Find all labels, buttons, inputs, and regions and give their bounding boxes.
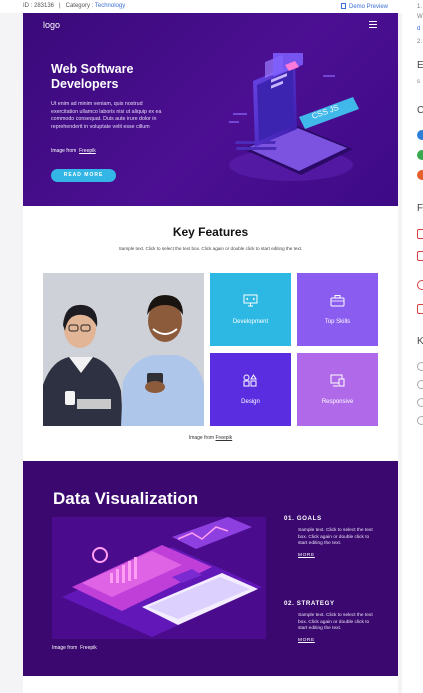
share-icon[interactable] (417, 170, 423, 180)
image-credit: Image from Freepik (51, 148, 96, 154)
hero-section: logo Web Software Developers Ut enim ad … (23, 13, 398, 206)
sidebar-heading: F (417, 203, 423, 214)
category-link[interactable]: Technology (95, 3, 125, 9)
item-text: Sample text. Click to select the text bo… (298, 528, 373, 546)
sidebar-text: 1. (417, 4, 423, 10)
goals-item: 01. GOALS Sample text. Click to select t… (284, 515, 374, 558)
item-heading: 02. STRATEGY (284, 600, 335, 607)
credit-prefix: Image from (188, 435, 215, 441)
more-link[interactable]: MORE (298, 638, 374, 643)
team-photo (43, 273, 204, 426)
strategy-item: 02. STRATEGY Sample text. Click to selec… (284, 600, 374, 643)
freepik-link[interactable]: Freepik (79, 148, 96, 154)
sidebar-text: W (417, 14, 423, 20)
feature-tile-top-skills[interactable]: Top Skills (297, 273, 378, 346)
radio-button[interactable] (417, 398, 423, 407)
credit-prefix: Image from (52, 645, 78, 651)
more-link[interactable]: MORE (298, 553, 374, 558)
item-text: Sample text. Click to select the text bo… (298, 613, 373, 631)
hero-body-text: Ut enim ad minim veniam, quis nostrud ex… (51, 101, 162, 130)
circle-icon[interactable] (417, 280, 423, 290)
tile-label: Responsive (321, 399, 354, 405)
freepik-link[interactable]: Freepik (80, 645, 97, 651)
share-icon[interactable] (417, 150, 423, 160)
template-info-bar: ID : 283136 | Category : Technology Demo… (0, 0, 423, 13)
sidebar-text: 2. (417, 39, 423, 45)
logo[interactable]: logo (43, 20, 60, 30)
sidebar-heading: K (417, 336, 423, 347)
devices-icon (330, 374, 345, 387)
template-id: ID : 283136 | Category : Technology (23, 3, 125, 9)
file-icon[interactable] (417, 304, 423, 314)
freepik-link[interactable]: Freepik (216, 435, 233, 441)
people-illustration (43, 273, 204, 426)
page: ID : 283136 | Category : Technology Demo… (0, 0, 423, 693)
tile-label: Development (232, 319, 269, 325)
credit-prefix: Image from (51, 148, 77, 154)
radio-button[interactable] (417, 380, 423, 389)
feature-tile-development[interactable]: Development (210, 273, 291, 346)
tile-label: Top Skills (324, 319, 351, 325)
demo-preview-link[interactable]: Demo Preview (341, 3, 388, 10)
item-heading: 01. GOALS (284, 515, 322, 522)
image-credit: Image from Freepik (52, 645, 97, 651)
sidebar-text: s (417, 79, 420, 85)
read-more-button[interactable]: READ MORE (51, 169, 116, 182)
section-title: Key Features (172, 225, 249, 239)
sidebar-link[interactable]: d (417, 26, 420, 32)
file-icon[interactable] (417, 251, 423, 261)
section-subtitle: Sample text. Click to select the text bo… (118, 246, 303, 251)
next-section-edge (23, 676, 398, 693)
sidebar-heading: E (417, 60, 423, 71)
right-sidebar: 1. W d 2. E s C F K (402, 0, 423, 693)
data-visualization-section: Data Visualization Image from Freepik 01… (23, 461, 398, 676)
shapes-icon (243, 374, 257, 387)
section-title: Data Visualization (53, 489, 199, 508)
feature-tile-design[interactable]: Design (210, 353, 291, 426)
radio-button[interactable] (417, 416, 423, 425)
monitor-code-icon (243, 294, 258, 307)
document-icon (341, 3, 346, 9)
category-label: Category : (65, 3, 94, 9)
hero-title: Web Software Developers (51, 62, 134, 91)
template-preview: logo Web Software Developers Ut enim ad … (23, 13, 398, 693)
template-id-label: ID : 283136 (23, 3, 55, 9)
tile-label: Design (241, 399, 260, 405)
hamburger-menu-icon[interactable] (369, 21, 377, 28)
image-credit: Image from Freepik (23, 435, 398, 441)
separator: | (59, 3, 61, 9)
briefcase-icon (330, 295, 345, 307)
radio-button[interactable] (417, 362, 423, 371)
sidebar-heading: C (417, 105, 423, 116)
dashboard-illustration (52, 517, 266, 639)
share-icon[interactable] (417, 130, 423, 140)
file-icon[interactable] (417, 229, 423, 239)
laptop-illustration: CSS JS (229, 53, 359, 181)
key-features-section: Key Features Sample text. Click to selec… (23, 206, 398, 461)
feature-tile-responsive[interactable]: Responsive (297, 353, 378, 426)
demo-preview-label: Demo Preview (349, 4, 389, 10)
